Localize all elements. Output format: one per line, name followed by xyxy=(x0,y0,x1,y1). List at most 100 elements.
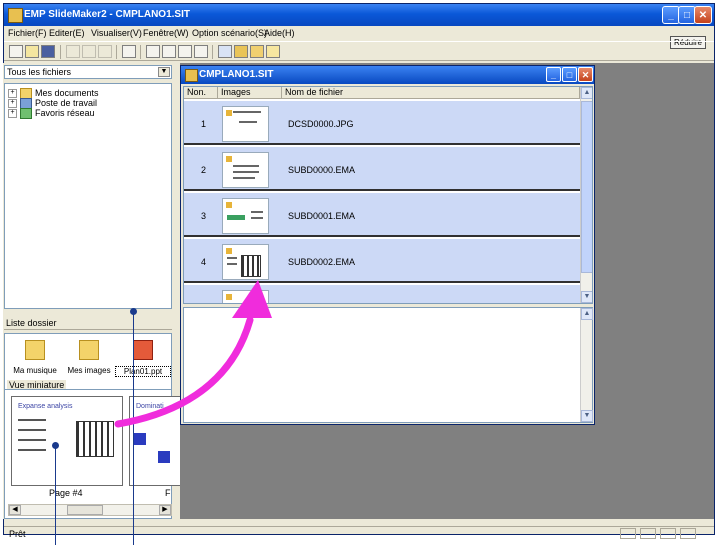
table-row[interactable]: 3 SUBD0001.EMA xyxy=(184,193,580,237)
close-button[interactable]: ✕ xyxy=(694,6,712,24)
thumbnail-shape xyxy=(158,451,170,463)
vertical-scrollbar[interactable]: ▲ ▼ xyxy=(580,87,592,303)
scroll-right-icon[interactable]: ▶ xyxy=(159,505,171,515)
powerpoint-file-icon xyxy=(133,340,153,360)
paste-icon[interactable] xyxy=(98,45,112,58)
thumbnail-page-label: F xyxy=(165,488,171,498)
copy-icon[interactable] xyxy=(82,45,96,58)
details-icon[interactable] xyxy=(178,45,192,58)
thumbnail-bullet xyxy=(18,449,46,451)
menu-aide[interactable]: Aide(H) xyxy=(264,28,295,38)
scroll-left-icon[interactable]: ◀ xyxy=(9,505,21,515)
slide-preview xyxy=(222,198,269,234)
maximize-button[interactable]: □ xyxy=(562,67,577,82)
file-filter-select[interactable]: Tous les fichiers ▼ xyxy=(4,65,172,79)
new-icon[interactable] xyxy=(9,45,23,58)
status-text: Prêt xyxy=(9,529,26,539)
horizontal-scrollbar[interactable]: ◀ ▶ xyxy=(8,504,172,516)
list-icon[interactable] xyxy=(162,45,176,58)
thumbnail-bullet xyxy=(18,419,46,421)
status-panel xyxy=(680,528,696,539)
print-icon[interactable] xyxy=(122,45,136,58)
callout-line xyxy=(55,446,56,545)
thumbnail-page-4[interactable]: Expanse analysis xyxy=(11,396,123,486)
scroll-up-icon[interactable]: ▲ xyxy=(581,308,593,320)
row-number: 3 xyxy=(201,211,207,221)
scroll-up-icon[interactable]: ▲ xyxy=(581,87,592,99)
row-filename: SUBD0000.EMA xyxy=(288,165,356,175)
column-header-number[interactable]: Non. xyxy=(184,87,218,99)
table-row[interactable] xyxy=(184,285,580,303)
pictures-folder-icon xyxy=(79,340,99,360)
minimize-button[interactable]: _ xyxy=(546,67,561,82)
miniature-view: Expanse analysis Dominati Page #4 F ◀ ▶ xyxy=(4,389,180,519)
scroll-down-icon[interactable]: ▼ xyxy=(581,410,593,422)
slide-preview xyxy=(222,152,269,188)
tree-item-label: Mes documents xyxy=(35,88,99,98)
thumbnail-bullet xyxy=(18,439,46,441)
title-bar[interactable]: EMP SlideMaker2 - CMPLANO1.SIT _ □ ✕ xyxy=(4,4,714,26)
monitor-icon[interactable] xyxy=(218,45,232,58)
scenario-icon xyxy=(185,69,198,82)
thumbnail-page-5[interactable]: Dominati xyxy=(129,396,180,486)
row-filename: SUBD0001.EMA xyxy=(288,211,356,221)
projector-settings-icon[interactable] xyxy=(250,45,264,58)
app-icon xyxy=(8,8,23,23)
table-row[interactable]: 2 SUBD0000.EMA xyxy=(184,147,580,191)
folder-tree: + Mes documents + Poste de travail + Favori… xyxy=(4,83,172,309)
tree-item-favoris-reseau[interactable]: + Favoris réseau xyxy=(8,108,95,120)
tree-item-label: Favoris réseau xyxy=(35,108,95,118)
grid-icon[interactable] xyxy=(194,45,208,58)
scroll-thumb[interactable] xyxy=(67,505,103,515)
folder-item-label: Mes images xyxy=(67,366,111,375)
status-bar: Prêt xyxy=(4,526,714,540)
folder-item-ma-musique[interactable]: Ma musique xyxy=(7,340,63,375)
thumbnail-bullet xyxy=(18,429,46,431)
expand-icon[interactable]: + xyxy=(8,99,17,109)
table-row[interactable]: 1 DCSD0000.JPG xyxy=(184,101,580,145)
open-icon[interactable] xyxy=(25,45,39,58)
menu-editer[interactable]: Editer(E) xyxy=(49,28,85,38)
expand-icon[interactable]: + xyxy=(8,109,17,119)
toolbar-separator xyxy=(116,45,117,59)
column-header-filename[interactable]: Nom de fichier xyxy=(282,87,580,99)
status-panel xyxy=(640,528,656,539)
row-number: 4 xyxy=(201,257,207,267)
toolbar-separator xyxy=(212,45,213,59)
expand-icon[interactable]: + xyxy=(8,89,17,99)
row-filename: DCSD0000.JPG xyxy=(288,119,354,129)
chevron-down-icon[interactable]: ▼ xyxy=(158,67,170,77)
menu-fenetre[interactable]: Fenêtre(W) xyxy=(143,28,189,38)
callout-line xyxy=(133,312,134,545)
folder-item-mes-images[interactable]: Mes images xyxy=(61,340,117,375)
scroll-down-icon[interactable]: ▼ xyxy=(581,291,592,303)
folder-item-plan01-ppt[interactable]: Plan01.ppt xyxy=(115,340,171,377)
folder-list-label: Liste dossier xyxy=(6,318,57,328)
slide-preview xyxy=(222,106,269,142)
slide-preview xyxy=(222,290,269,303)
help-icon[interactable] xyxy=(266,45,280,58)
scenario-title-bar[interactable]: CMPLANO1.SIT _ □ ✕ xyxy=(181,66,594,84)
notes-area[interactable]: ▲ ▼ xyxy=(183,307,593,423)
close-button[interactable]: ✕ xyxy=(578,67,593,82)
status-panel xyxy=(620,528,636,539)
menu-visualiser[interactable]: Visualiser(V) xyxy=(91,28,142,38)
view-icon[interactable] xyxy=(146,45,160,58)
thumbnail-shape xyxy=(134,433,146,445)
menu-option-scenario[interactable]: Option scénario(S) xyxy=(192,28,267,38)
column-header-images[interactable]: Images xyxy=(218,87,282,99)
slide-list: Non. Images Nom de fichier 1 DCSD0000.JP… xyxy=(183,86,593,304)
file-filter-value: Tous les fichiers xyxy=(7,67,72,77)
save-icon[interactable] xyxy=(41,45,55,58)
music-folder-icon xyxy=(25,340,45,360)
left-pane: Tous les fichiers ▼ + Mes documents + Post… xyxy=(3,63,180,519)
vertical-scrollbar[interactable]: ▲ ▼ xyxy=(580,308,593,422)
toolbar-separator xyxy=(140,45,141,59)
menu-fichier[interactable]: Fichier(F) xyxy=(8,28,47,38)
table-row[interactable]: 4 SUBD0002.EMA xyxy=(184,239,580,283)
slide-preview xyxy=(222,244,269,280)
scroll-thumb[interactable] xyxy=(581,101,592,273)
folder-item-label: Ma musique xyxy=(13,366,57,375)
cut-icon[interactable] xyxy=(66,45,80,58)
projector-icon[interactable] xyxy=(234,45,248,58)
